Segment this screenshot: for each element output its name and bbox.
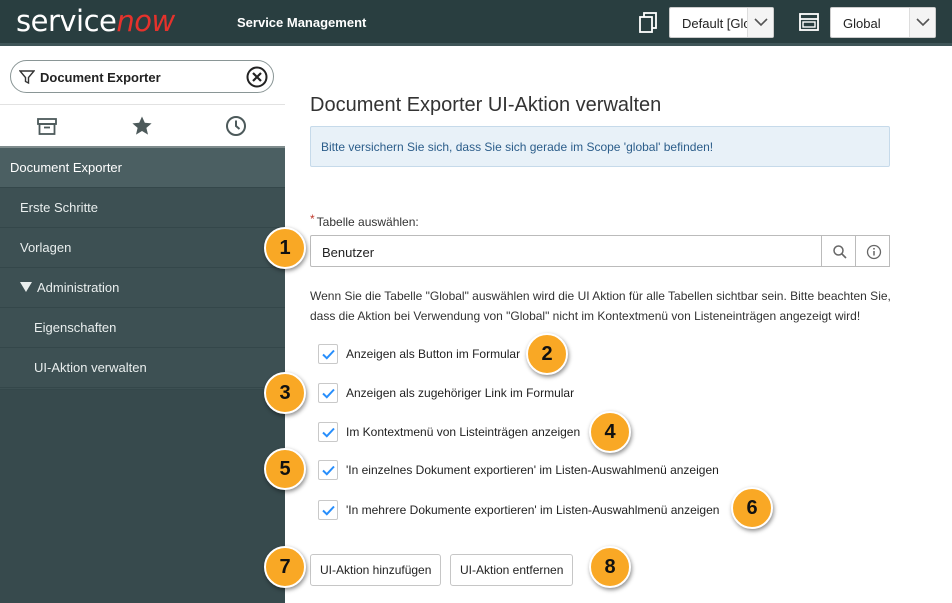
nav-item-label: Document Exporter (10, 160, 122, 175)
nav-app-document-exporter[interactable]: Document Exporter (0, 148, 285, 188)
checkbox-context-menu[interactable] (318, 422, 338, 442)
nav-item-label: UI-Aktion verwalten (34, 360, 147, 375)
scope-select[interactable]: Global (830, 7, 936, 38)
callout-badge-4: 4 (589, 411, 631, 453)
checkbox-related-link[interactable] (318, 383, 338, 403)
remove-ui-action-button[interactable]: UI-Aktion entfernen (450, 554, 574, 586)
servicenow-logo[interactable]: servicenow (16, 4, 175, 38)
navigator-filter-input[interactable]: Document Exporter (10, 60, 274, 93)
page-title: Document Exporter UI-Aktion verwalten (310, 94, 662, 116)
info-message: Bitte versichern Sie sich, dass Sie sich… (310, 126, 890, 167)
navigator-sidebar: Document Exporter Document Exporter Erst… (0, 46, 285, 603)
nav-item-label: Administration (37, 280, 120, 295)
checkbox-row-single-document[interactable]: 'In einzelnes Dokument exportieren' im L… (318, 460, 719, 480)
table-field-label: * Tabelle auswählen: (310, 212, 419, 229)
sidebar-empty-area (0, 389, 285, 603)
checkbox-label: 'In einzelnes Dokument exportieren' im L… (346, 463, 719, 477)
filter-text: Document Exporter (40, 70, 161, 85)
scope-value: Global (843, 16, 881, 31)
checkbox-row-button-in-form[interactable]: Anzeigen als Button im Formular (318, 344, 520, 364)
favorites-star-icon[interactable] (131, 115, 153, 137)
add-ui-action-button[interactable]: UI-Aktion hinzufügen (310, 554, 442, 586)
lookup-button[interactable] (821, 235, 856, 267)
nav-item-vorlagen[interactable]: Vorlagen (0, 228, 285, 268)
navigator-tabs (0, 104, 285, 149)
nav-section-administration[interactable]: Administration (0, 268, 285, 308)
logo-prefix: service (16, 4, 117, 38)
chevron-down-icon (909, 8, 935, 37)
checkbox-label: Anzeigen als zugehöriger Link im Formula… (346, 386, 575, 400)
checkbox-label: Anzeigen als Button im Formular (346, 347, 521, 361)
archive-icon[interactable] (36, 115, 58, 137)
checkbox-label: Im Kontextmenü von Listeinträgen anzeige… (346, 425, 581, 439)
nav-item-eigenschaften[interactable]: Eigenschaften (0, 308, 285, 348)
callout-badge-8: 8 (589, 546, 631, 588)
update-set-icon (639, 12, 659, 33)
logo-suffix: now (116, 4, 175, 38)
history-clock-icon[interactable] (225, 115, 247, 137)
update-set-select[interactable]: Default [Glo (669, 7, 774, 38)
chevron-down-icon (747, 8, 773, 37)
checkbox-button-in-form[interactable] (318, 344, 338, 364)
checkbox-label: 'In mehrere Dokumente exportieren' im Li… (346, 503, 720, 517)
filter-funnel-icon (18, 69, 36, 90)
checkbox-single-document[interactable] (318, 460, 338, 480)
callout-badge-5: 5 (264, 448, 306, 490)
callout-badge-1: 1 (264, 227, 306, 269)
app-title: Service Management (237, 15, 367, 30)
nav-item-label: Eigenschaften (34, 320, 117, 335)
table-label-text: Tabelle auswählen: (316, 215, 419, 229)
callout-badge-6: 6 (731, 487, 773, 529)
main-content: Document Exporter UI-Aktion verwalten Bi… (285, 46, 952, 603)
nav-item-label: Vorlagen (20, 240, 72, 255)
required-marker: * (310, 212, 315, 226)
nav-item-ui-aktion-verwalten[interactable]: UI-Aktion verwalten (0, 348, 285, 388)
nav-item-erste-schritte[interactable]: Erste Schritte (0, 188, 285, 228)
reference-info-button[interactable] (855, 235, 890, 267)
checkbox-row-context-menu[interactable]: Im Kontextmenü von Listeinträgen anzeige… (318, 422, 580, 442)
checkbox-row-multiple-documents[interactable]: 'In mehrere Dokumente exportieren' im Li… (318, 500, 719, 520)
top-header: servicenow Service Management Default [G… (0, 0, 952, 46)
callout-badge-7: 7 (264, 546, 306, 588)
update-set-value: Default [Glo (682, 16, 751, 31)
table-reference-input[interactable]: Benutzer (310, 235, 822, 267)
checkbox-multiple-documents[interactable] (318, 500, 338, 520)
callout-badge-2: 2 (526, 333, 568, 375)
clear-filter-icon[interactable] (246, 66, 268, 93)
filter-area: Document Exporter (0, 46, 285, 104)
triangle-down-icon (20, 280, 33, 295)
nav-item-label: Erste Schritte (20, 200, 99, 215)
application-scope-icon (799, 13, 819, 33)
callout-badge-3: 3 (264, 372, 306, 414)
global-table-hint: Wenn Sie die Tabelle "Global" auswählen … (310, 289, 891, 323)
checkbox-row-related-link[interactable]: Anzeigen als zugehöriger Link im Formula… (318, 383, 574, 403)
